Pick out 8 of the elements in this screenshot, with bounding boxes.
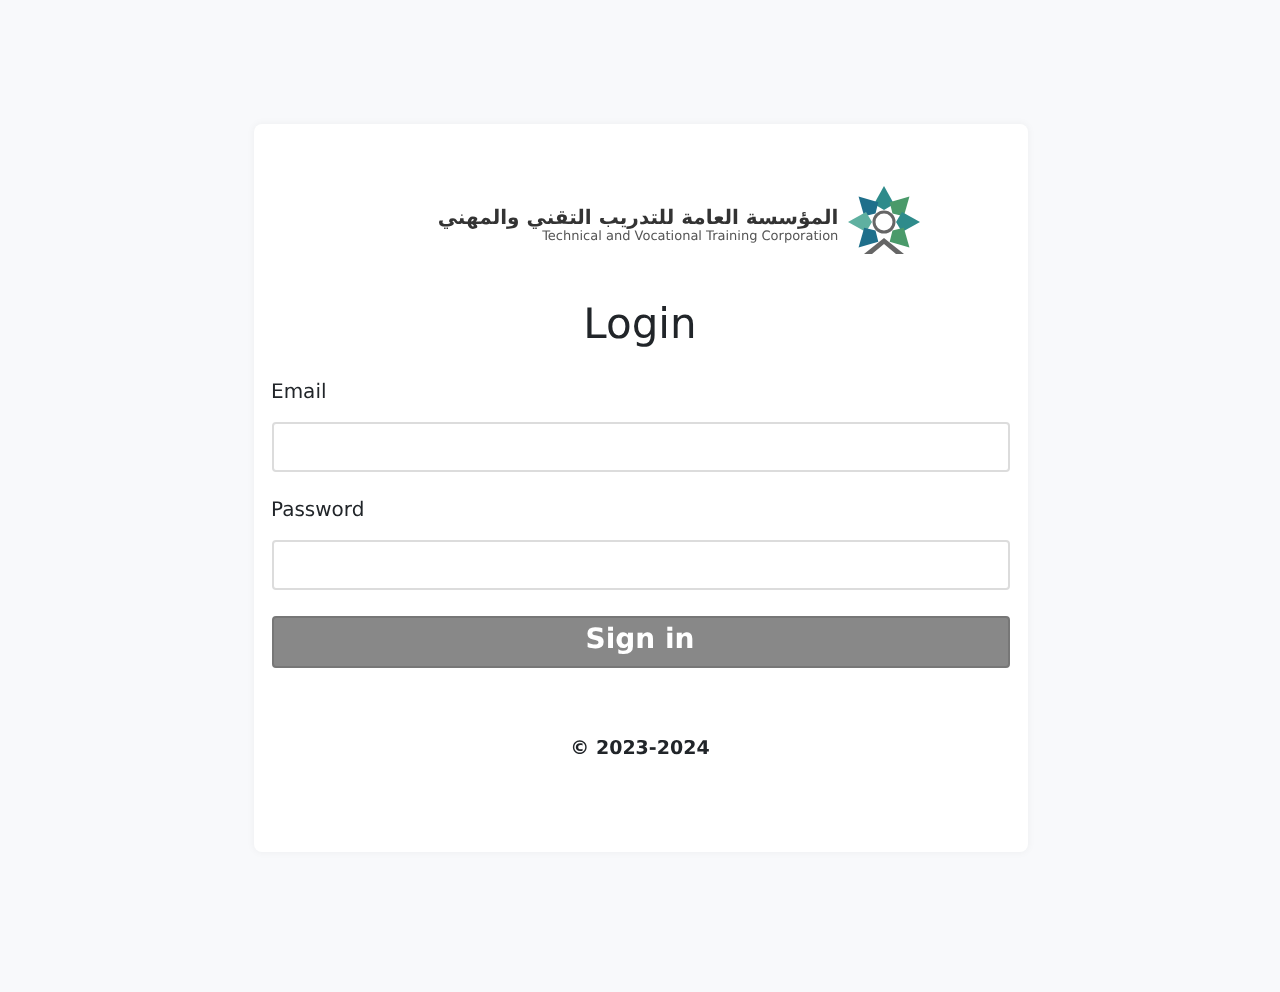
page-title: Login: [581, 300, 699, 351]
organization-name: المؤسسة العامة للتدريب التقني والمهني: [437, 207, 839, 230]
field-label: Email: [271, 380, 329, 409]
field-label: Password: [271, 498, 367, 527]
sign-in-button[interactable]: Sign in: [271, 615, 1009, 668]
input-field[interactable]: [271, 422, 1009, 473]
copyright-text: © 2023-2024: [568, 735, 712, 764]
input-field[interactable]: [271, 540, 1009, 591]
